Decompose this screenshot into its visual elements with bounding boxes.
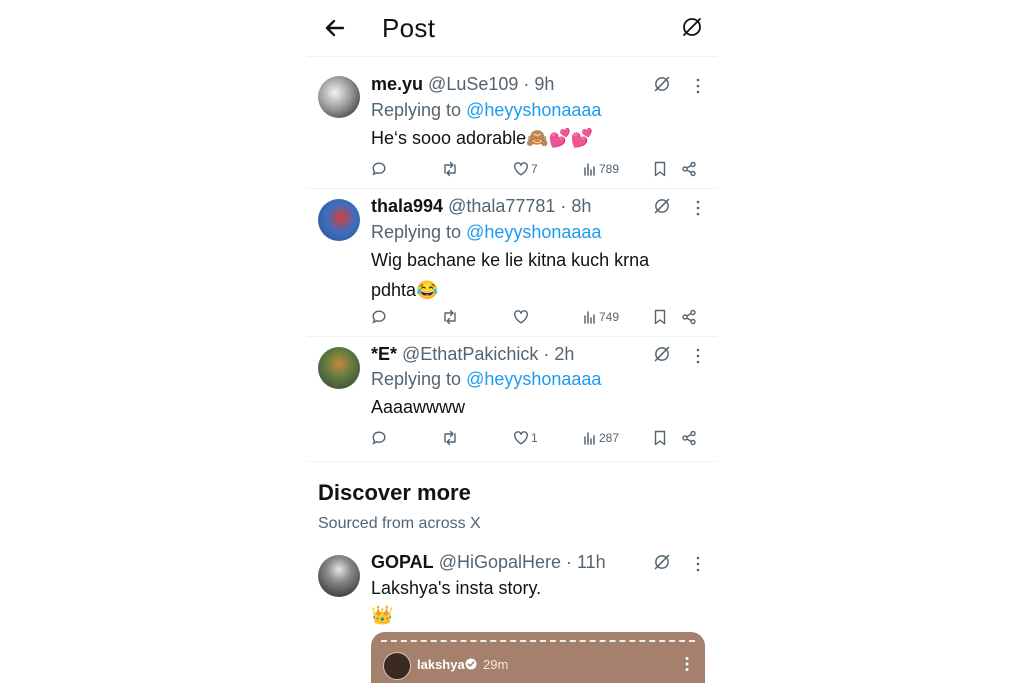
retweet-button[interactable] — [441, 307, 459, 327]
action-bar: 7 789 — [371, 159, 701, 179]
avatar[interactable] — [318, 555, 360, 597]
more-icon[interactable] — [695, 555, 701, 573]
reply-button[interactable] — [371, 307, 387, 327]
views-button[interactable]: 287 — [583, 428, 619, 448]
share-icon — [682, 430, 696, 446]
like-icon — [514, 162, 528, 176]
page-title: Post — [382, 13, 436, 43]
reply-post[interactable]: *E* @EthatPakichick · 2h Replying to @he… — [307, 337, 717, 462]
like-button[interactable] — [513, 307, 531, 327]
retweet-icon — [444, 309, 456, 325]
bookmark-icon — [654, 430, 666, 446]
grok-icon[interactable] — [653, 553, 671, 571]
view-count: 749 — [599, 310, 620, 324]
bookmark-icon — [654, 161, 666, 177]
handle-and-time: @HiGopalHere · 11h — [438, 552, 606, 572]
replying-handle[interactable]: @heyyshonaaaa — [466, 100, 601, 120]
grok-icon[interactable] — [653, 197, 671, 215]
post-text: Lakshya's insta story. — [371, 578, 542, 598]
replying-label: Replying to — [371, 222, 462, 242]
bookmark-button[interactable] — [653, 307, 667, 327]
replying-to: Replying to @heyyshonaaaa — [371, 222, 601, 243]
share-button[interactable] — [681, 428, 697, 448]
verified-icon — [465, 658, 477, 670]
grok-icon[interactable] — [653, 345, 671, 363]
like-icon — [514, 310, 528, 324]
bookmark-icon — [654, 309, 666, 325]
replying-label: Replying to — [371, 100, 462, 120]
display-name[interactable]: *E* — [371, 344, 397, 364]
discover-more-heading: Discover more — [318, 480, 471, 505]
more-icon[interactable] — [695, 347, 701, 365]
discover-more-subtitle: Sourced from across X — [318, 515, 481, 532]
bookmark-button[interactable] — [653, 428, 667, 448]
like-icon — [514, 431, 528, 445]
story-username: lakshya — [417, 657, 465, 672]
view-count: 287 — [599, 431, 620, 445]
handle-and-time: @LuSe109 · 9h — [428, 74, 555, 94]
more-icon[interactable] — [695, 199, 701, 217]
post-text: He‘s sooo adorable🙈💕💕 — [371, 128, 594, 148]
share-button[interactable] — [681, 159, 697, 179]
handle-and-time: @thala77781 · 8h — [448, 196, 592, 216]
display-name[interactable]: GOPAL — [371, 552, 434, 572]
top-bar: Post — [307, 0, 717, 57]
retweet-button[interactable] — [441, 159, 459, 179]
story-media-preview[interactable]: lakshya 29m — [371, 632, 705, 683]
view-count: 789 — [599, 162, 620, 176]
display-name[interactable]: me.yu — [371, 74, 423, 94]
replying-to: Replying to @heyyshonaaaa — [371, 100, 601, 121]
views-icon — [584, 311, 595, 324]
retweet-icon — [444, 430, 456, 446]
reply-icon — [372, 310, 386, 324]
avatar[interactable] — [318, 76, 360, 118]
retweet-button[interactable] — [441, 428, 459, 448]
replying-handle[interactable]: @heyyshonaaaa — [466, 222, 601, 242]
post-screen: Post me.yu @LuSe109 · 9h Replying to @he… — [307, 0, 717, 683]
action-bar: 749 — [371, 307, 701, 327]
replying-handle[interactable]: @heyyshonaaaa — [466, 369, 601, 389]
replying-to: Replying to @heyyshonaaaa — [371, 369, 601, 390]
post-emoji: 👑 — [371, 605, 394, 625]
avatar[interactable] — [318, 347, 360, 389]
story-avatar — [383, 652, 411, 680]
reply-icon — [372, 431, 386, 445]
action-bar: 1 287 — [371, 428, 701, 448]
views-icon — [584, 432, 595, 445]
grok-icon[interactable] — [681, 16, 703, 38]
reply-button[interactable] — [371, 428, 387, 448]
display-name[interactable]: thala994 — [371, 196, 443, 216]
back-arrow-icon[interactable] — [321, 14, 349, 42]
reply-button[interactable] — [371, 159, 387, 179]
story-progress — [381, 640, 695, 642]
share-icon — [682, 161, 696, 177]
grok-icon[interactable] — [653, 75, 671, 93]
post-text: Aaaawwww — [371, 397, 466, 417]
more-icon[interactable] — [685, 656, 689, 672]
story-time: 29m — [483, 657, 509, 672]
more-icon[interactable] — [695, 77, 701, 95]
share-icon — [682, 309, 696, 325]
like-button[interactable]: 7 — [513, 159, 538, 179]
post-text: Wig bachane ke lie kitna kuch krna pdhta… — [371, 250, 650, 300]
share-button[interactable] — [681, 307, 697, 327]
reply-icon — [372, 162, 386, 176]
like-count: 1 — [531, 431, 538, 445]
retweet-icon — [444, 161, 456, 177]
avatar[interactable] — [318, 199, 360, 241]
reply-post[interactable]: thala994 @thala77781 · 8h Replying to @h… — [307, 189, 717, 337]
replying-label: Replying to — [371, 369, 462, 389]
views-icon — [584, 163, 595, 176]
handle-and-time: @EthatPakichick · 2h — [402, 344, 575, 364]
views-button[interactable]: 789 — [583, 159, 619, 179]
reply-post[interactable]: me.yu @LuSe109 · 9h Replying to @heyysho… — [307, 57, 717, 189]
like-count: 7 — [531, 162, 538, 176]
like-button[interactable]: 1 — [513, 428, 538, 448]
bookmark-button[interactable] — [653, 159, 667, 179]
views-button[interactable]: 749 — [583, 307, 619, 327]
